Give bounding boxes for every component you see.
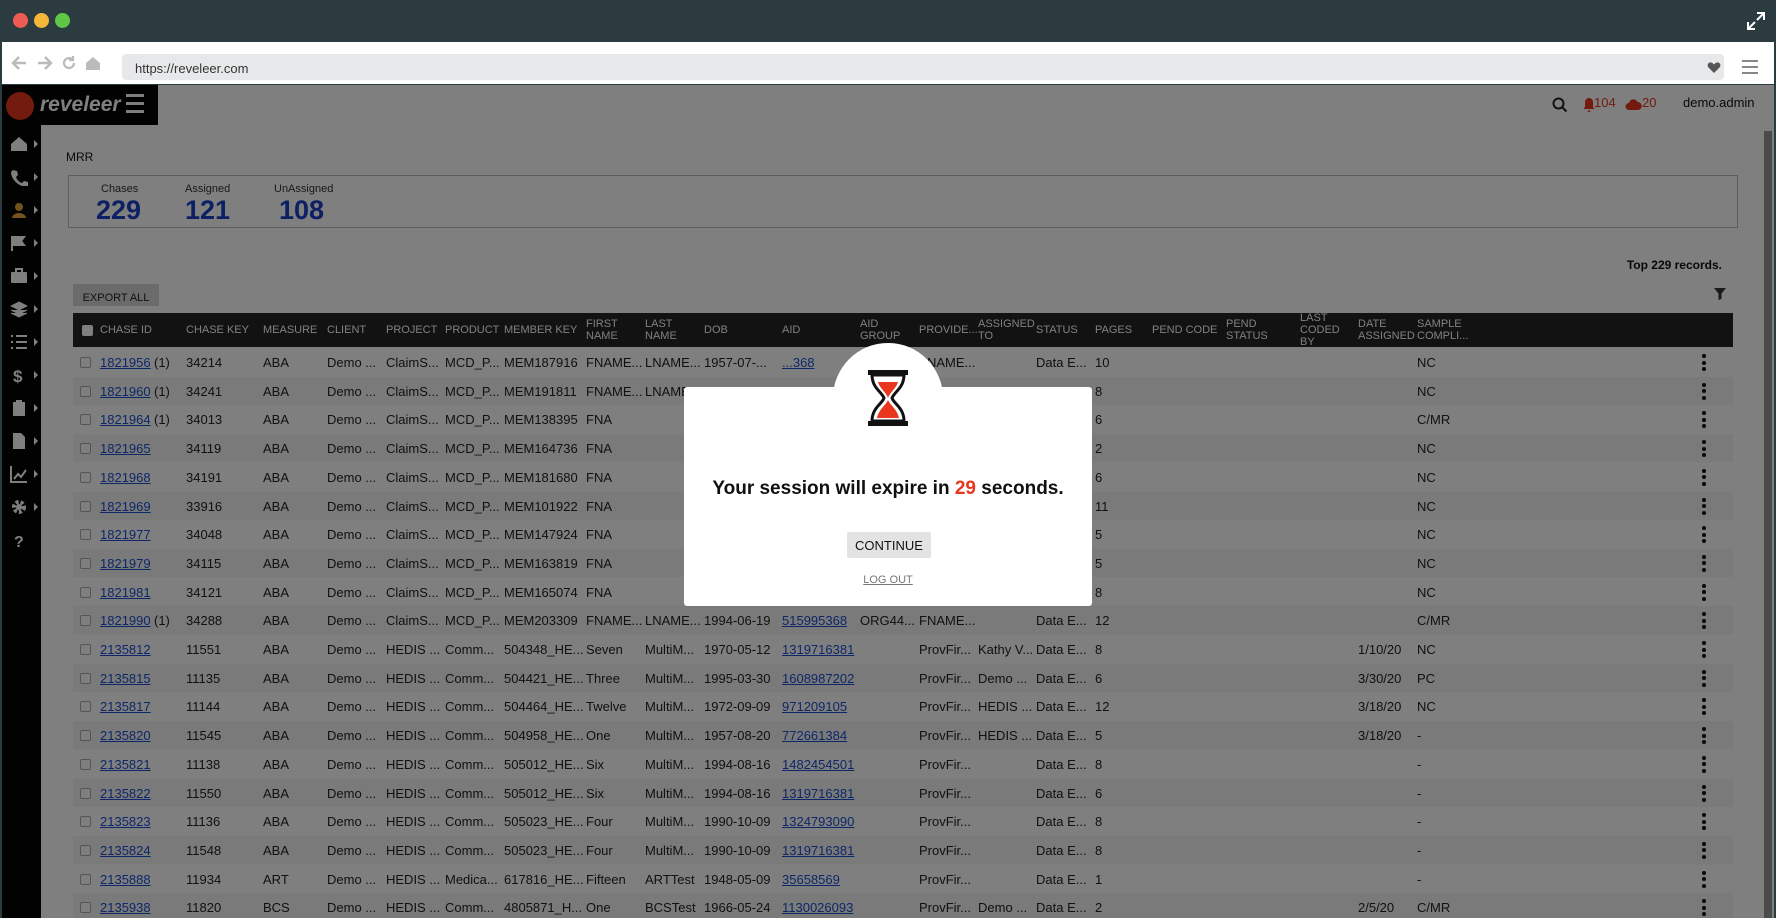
countdown-seconds: 29	[954, 478, 976, 499]
forward-icon[interactable]	[36, 54, 54, 72]
page-scrollbar[interactable]	[1764, 131, 1772, 918]
hourglass-icon	[868, 370, 908, 426]
url-bar[interactable]: https://reveleer.com	[122, 54, 1724, 80]
message-after: seconds.	[976, 478, 1064, 499]
reload-icon[interactable]	[60, 54, 78, 72]
message-before: Your session will expire in	[712, 478, 955, 499]
session-message: Your session will expire in 29 seconds.	[684, 478, 1092, 500]
logout-link[interactable]: LOG OUT	[684, 574, 1092, 586]
window-titlebar	[2, 2, 1774, 40]
home-icon[interactable]	[84, 54, 102, 72]
maximize-window-button[interactable]	[55, 13, 70, 28]
heart-icon[interactable]	[1707, 60, 1721, 74]
continue-button[interactable]: CONTINUE	[847, 532, 931, 558]
modal-icon-circle	[833, 343, 943, 453]
back-icon[interactable]	[10, 54, 28, 72]
fullscreen-icon[interactable]	[1746, 11, 1766, 31]
browser-menu-icon[interactable]	[1741, 57, 1759, 77]
minimize-window-button[interactable]	[34, 13, 49, 28]
close-window-button[interactable]	[13, 13, 28, 28]
